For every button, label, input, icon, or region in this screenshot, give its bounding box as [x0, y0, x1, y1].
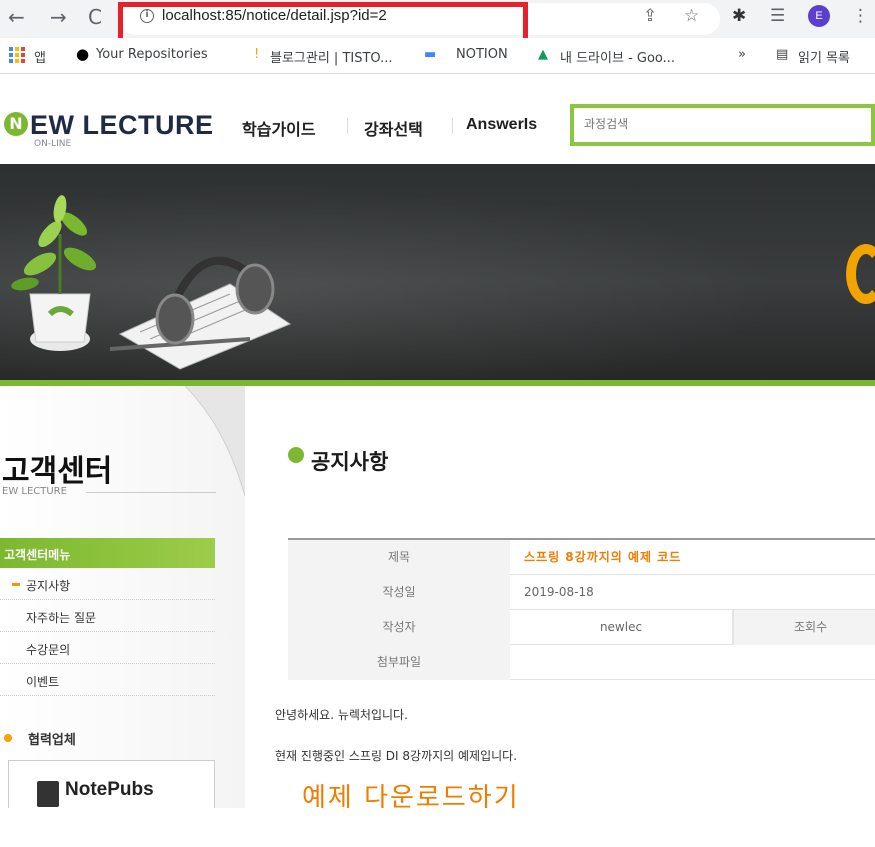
reading-list-icon[interactable]: ☰	[770, 6, 785, 26]
hero-banner	[0, 164, 875, 380]
partner-label: 협력업체	[28, 733, 76, 748]
bookmark-drive[interactable]: 내 드라이브 - Goo...	[560, 47, 675, 66]
bookmarks-overflow[interactable]: »	[738, 47, 746, 62]
title-label: 제목	[288, 540, 510, 575]
page-title: 공지사항	[311, 450, 389, 474]
back-icon[interactable]: ←	[8, 5, 25, 29]
nav-answeris[interactable]: AnswerIs	[466, 116, 537, 134]
apps-icon[interactable]	[9, 47, 25, 63]
course-search-box	[570, 104, 875, 146]
writer-label: 작성자	[288, 610, 510, 645]
active-marker-icon	[12, 583, 20, 586]
drive-icon: ▲	[538, 47, 548, 62]
title-bullet-icon	[288, 447, 304, 463]
sidebar-menu-header: 고객센터메뉴	[0, 538, 215, 568]
bookmarks-bar: 앱 ● Your Repositories ! 블로그관리 | TISTO...…	[0, 38, 875, 74]
notice-title: 스프링 8강까지의 예제 코드	[524, 550, 682, 564]
notice-detail-table: 제목 스프링 8강까지의 예제 코드 작성일 2019-08-18 작성자 ne…	[288, 538, 875, 680]
browser-window: ← → C i localhost:85/notice/detail.jsp?i…	[0, 0, 875, 808]
partner-name: NotePubs	[65, 779, 154, 800]
sidebar-item-label: 수강문의	[26, 643, 71, 657]
plant-icon	[11, 195, 97, 351]
menu-icon[interactable]: ⋮	[852, 6, 869, 26]
sidebar-item-label: 자주하는 질문	[26, 611, 97, 625]
page-bottom-margin	[0, 808, 875, 847]
sidebar-subtitle: EW LECTURE	[2, 486, 67, 497]
site-header: N EW LECTURE ON-LINE 학습가이드 강좌선택 AnswerIs	[0, 74, 875, 164]
sidebar-item-faq[interactable]: 자주하는 질문	[0, 600, 215, 632]
main-content: 공지사항 제목 스프링 8강까지의 예제 코드 작성일 2019-08-18 작…	[245, 386, 875, 808]
table-row: 첨부파일	[288, 645, 875, 680]
reload-icon[interactable]: C	[88, 5, 102, 29]
notice-writer: newlec	[599, 620, 643, 634]
views-label: 조회수	[734, 610, 875, 645]
bookmark-repositories[interactable]: Your Repositories	[96, 47, 208, 62]
sidebar-item-label: 공지사항	[26, 579, 71, 593]
bookmark-tistory[interactable]: 블로그관리 | TISTO...	[270, 47, 393, 66]
partner-bullet-icon	[4, 734, 12, 742]
banner-illustration	[11, 195, 292, 370]
nav-divider	[347, 118, 348, 134]
sidebar-item-inquiry[interactable]: 수강문의	[0, 632, 215, 664]
bookmark-star-icon[interactable]: ☆	[684, 6, 699, 26]
sidebar-title-divider	[86, 492, 216, 493]
forward-icon[interactable]: →	[50, 5, 67, 29]
partner-banner[interactable]: NotePubs	[8, 760, 215, 808]
notice-date: 2019-08-18	[524, 585, 594, 599]
notice-body-line: 현재 진행중인 스프링 DI 8강까지의 예제입니다.	[275, 749, 518, 763]
sidebar-item-label: 이벤트	[26, 675, 60, 689]
table-row: 제목 스프링 8강까지의 예제 코드	[288, 540, 875, 575]
logo-icon[interactable]: N	[4, 112, 28, 136]
sidebar-item-event[interactable]: 이벤트	[0, 664, 215, 696]
bookmark-notion[interactable]: NOTION	[456, 47, 508, 62]
table-row: 작성자 newlec 조회수	[288, 610, 875, 645]
reading-list-link[interactable]: 읽기 목록	[798, 47, 850, 66]
nav-divider	[452, 118, 453, 134]
table-row: 작성일 2019-08-18	[288, 575, 875, 610]
page-curl-decoration	[185, 386, 245, 496]
profile-avatar[interactable]: E	[808, 5, 830, 27]
left-sidebar: 고객센터 EW LECTURE 고객센터메뉴 공지사항 자주하는 질문 수강문의…	[0, 386, 245, 808]
bookmark-apps[interactable]: 앱	[34, 47, 46, 66]
logo-text[interactable]: EW LECTURE	[30, 110, 214, 141]
attachment-label: 첨부파일	[288, 645, 510, 680]
sidebar-title: 고객센터	[2, 454, 113, 489]
nav-learning-guide[interactable]: 학습가이드	[242, 116, 316, 140]
sidebar-item-notice[interactable]: 공지사항	[0, 568, 215, 600]
extensions-icon[interactable]: ✱	[732, 6, 746, 26]
share-icon[interactable]: ⇪	[643, 6, 657, 26]
notion-icon: ▬	[424, 47, 437, 62]
notice-body-line: 안녕하세요. 뉴렉처입니다.	[275, 708, 408, 722]
download-link[interactable]: 예제 다운로드하기	[302, 777, 520, 808]
notepubs-logo-icon	[37, 781, 59, 807]
course-search-input[interactable]	[574, 108, 854, 140]
tistory-icon: !	[254, 47, 260, 62]
date-label: 작성일	[288, 575, 510, 610]
reading-list-glyph-icon: ▤	[776, 47, 789, 62]
nav-course-select[interactable]: 강좌선택	[364, 116, 423, 140]
github-icon: ●	[76, 45, 90, 63]
logo-subtext: ON-LINE	[34, 139, 72, 149]
address-row: ← → C i localhost:85/notice/detail.jsp?i…	[0, 0, 875, 44]
